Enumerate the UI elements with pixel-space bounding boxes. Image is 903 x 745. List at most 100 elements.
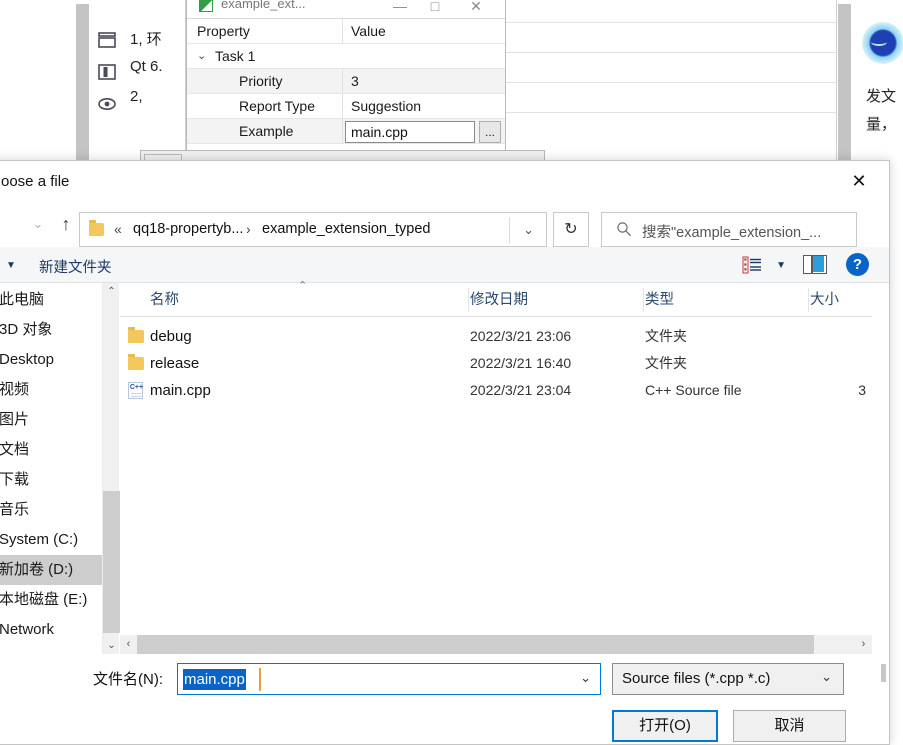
resize-grip[interactable]	[881, 664, 886, 682]
file-size	[810, 350, 866, 377]
close-icon[interactable]: ✕	[837, 165, 881, 197]
panel-split-icon[interactable]	[96, 62, 118, 82]
sidebar-item-label: 文档	[0, 441, 30, 458]
property-window-titlebar[interactable]: example_ext... — □ ✕	[187, 0, 505, 19]
forward-button[interactable]	[0, 209, 25, 239]
dialog-titlebar[interactable]: oose a file ✕	[0, 161, 889, 203]
hscroll-thumb[interactable]	[137, 635, 814, 654]
sidebar-item-label: 此电脑	[0, 291, 45, 308]
file-date: 2022/3/21 23:04	[470, 382, 572, 398]
file-type-filter-select[interactable]: Source files (*.cpp *.c) ⌄	[612, 663, 844, 695]
file-list-vertical-scrollbar[interactable]	[872, 283, 889, 635]
sidebar-item-label: 新加卷 (D:)	[0, 561, 74, 578]
new-folder-button[interactable]: 新建文件夹	[39, 256, 112, 277]
property-row[interactable]: Report Type Suggestion	[187, 94, 505, 119]
screen: 1, 环 Qt 6. 2, example_ext... — □ ✕ Prope…	[0, 0, 903, 745]
breadcrumb-parent[interactable]: qq18-propertyb...	[133, 221, 243, 237]
open-button[interactable]: 打开(O)	[612, 710, 718, 742]
dialog-bottom-panel: 文件名(N): main.cpp ⌄ Source files (*.cpp *…	[0, 654, 889, 744]
preview-pane-icon[interactable]	[803, 255, 827, 274]
example-value-input[interactable]: main.cpp	[345, 121, 475, 143]
property-value[interactable]: Suggestion	[343, 94, 505, 118]
file-type: 文件夹	[645, 355, 687, 371]
search-input[interactable]: 搜索"example_extension_...	[642, 221, 821, 242]
sidebar-item-label: Network	[0, 621, 55, 638]
sidebar-scrollbar[interactable]: ⌃ ⌄	[102, 283, 120, 654]
file-size	[810, 323, 866, 350]
chevron-down-icon[interactable]: ⌄	[821, 669, 832, 685]
chevron-down-icon[interactable]: ⌄	[580, 670, 591, 686]
divider[interactable]	[808, 288, 809, 312]
file-type: 文件夹	[645, 328, 687, 344]
chevron-down-icon[interactable]: ⌄	[197, 44, 206, 68]
panel-top-icon[interactable]	[96, 30, 118, 50]
column-header-size[interactable]: 大小	[810, 283, 880, 317]
filename-input[interactable]: main.cpp ⌄	[177, 663, 601, 695]
divider[interactable]	[643, 288, 644, 312]
organize-caret-icon[interactable]: ▼	[6, 260, 16, 271]
sidebar-item-label: Desktop	[0, 351, 55, 368]
cpp-file-icon: C++	[128, 382, 143, 399]
breadcrumb-current[interactable]: example_extension_typed	[262, 221, 430, 237]
background-left-scrollbar[interactable]	[76, 4, 89, 160]
file-list-horizontal-scrollbar[interactable]: ‹ ›	[120, 635, 872, 654]
folder-icon	[128, 354, 144, 370]
sidebar-item-label: 3D 对象	[0, 321, 53, 338]
help-button[interactable]: ?	[846, 253, 869, 276]
file-date: 2022/3/21 23:06	[470, 328, 572, 344]
up-button[interactable]: ↑	[51, 209, 81, 239]
recent-locations-button[interactable]: ⌄	[23, 209, 53, 239]
maximize-button[interactable]: □	[420, 0, 450, 17]
scroll-up-icon[interactable]: ⌃	[103, 283, 120, 300]
table-row[interactable]: release 2022/3/21 16:40 文件夹	[120, 350, 872, 377]
cancel-button[interactable]: 取消	[733, 710, 846, 742]
property-value[interactable]: 3	[343, 69, 505, 93]
background-right-scrollbar[interactable]	[838, 4, 851, 160]
property-row-example[interactable]: Example main.cpp ...	[187, 119, 505, 144]
divider	[509, 217, 510, 244]
property-name: Report Type	[187, 94, 343, 118]
refresh-button[interactable]: ↻	[553, 212, 589, 247]
sidebar-item-label: 下载	[0, 471, 30, 488]
qq-avatar-icon[interactable]	[862, 22, 903, 64]
property-group-row[interactable]: ⌄ Task 1	[187, 44, 505, 69]
folder-icon	[89, 220, 104, 236]
sidebar-item-label: System (C:)	[0, 531, 79, 548]
browse-button[interactable]: ...	[479, 121, 501, 143]
breadcrumb[interactable]: « qq18-propertyb... › example_extension_…	[79, 212, 547, 247]
close-button[interactable]: ✕	[461, 0, 491, 17]
folder-icon	[128, 327, 144, 343]
text-caret	[259, 668, 261, 691]
file-date: 2022/3/21 16:40	[470, 355, 572, 371]
scroll-left-icon[interactable]: ‹	[120, 635, 137, 654]
table-row[interactable]: debug 2022/3/21 23:06 文件夹	[120, 323, 872, 350]
column-header-type[interactable]: 类型	[645, 283, 807, 317]
dialog-title: oose a file	[1, 173, 70, 190]
filename-label: 文件名(N):	[93, 671, 163, 688]
dialog-toolbar: ▼ 新建文件夹 ▼ ?	[0, 247, 889, 283]
file-list: ⌃ 名称 修改日期 类型 大小 debug 2022/3/21 23:06 文件…	[120, 280, 889, 654]
chevron-down-icon[interactable]: ⌄	[523, 222, 534, 238]
column-header-name[interactable]: 名称	[150, 283, 465, 317]
breadcrumb-separator[interactable]: ›	[246, 221, 251, 237]
scroll-down-icon[interactable]: ⌄	[103, 637, 120, 654]
search-box[interactable]: 搜索"example_extension_...	[601, 212, 857, 247]
eye-icon[interactable]	[96, 94, 118, 114]
view-options-caret-icon[interactable]: ▼	[776, 260, 786, 271]
property-row[interactable]: Priority 3	[187, 69, 505, 94]
cpp-icon-label: C++	[129, 384, 144, 391]
file-size: 3	[858, 382, 866, 398]
background-application: 1, 环 Qt 6. 2, example_ext... — □ ✕ Prope…	[0, 0, 903, 168]
property-window-title: example_ext...	[221, 0, 306, 11]
background-code-line-2: Qt 6.	[130, 58, 163, 75]
property-table: Property Value ⌄ Task 1 Priority 3 Repor…	[187, 19, 505, 159]
background-code-line-1: 1, 环	[130, 31, 162, 48]
sidebar-scroll-thumb[interactable]	[103, 491, 120, 633]
scroll-right-icon[interactable]: ›	[855, 635, 872, 654]
view-list-icon[interactable]	[742, 256, 762, 274]
minimize-button[interactable]: —	[385, 0, 415, 17]
table-row[interactable]: C++ main.cpp 2022/3/21 23:04 C++ Source …	[120, 377, 872, 404]
divider[interactable]	[468, 288, 469, 312]
column-header-date[interactable]: 修改日期	[470, 283, 642, 317]
file-list-header: ⌃ 名称 修改日期 类型 大小	[120, 280, 872, 317]
